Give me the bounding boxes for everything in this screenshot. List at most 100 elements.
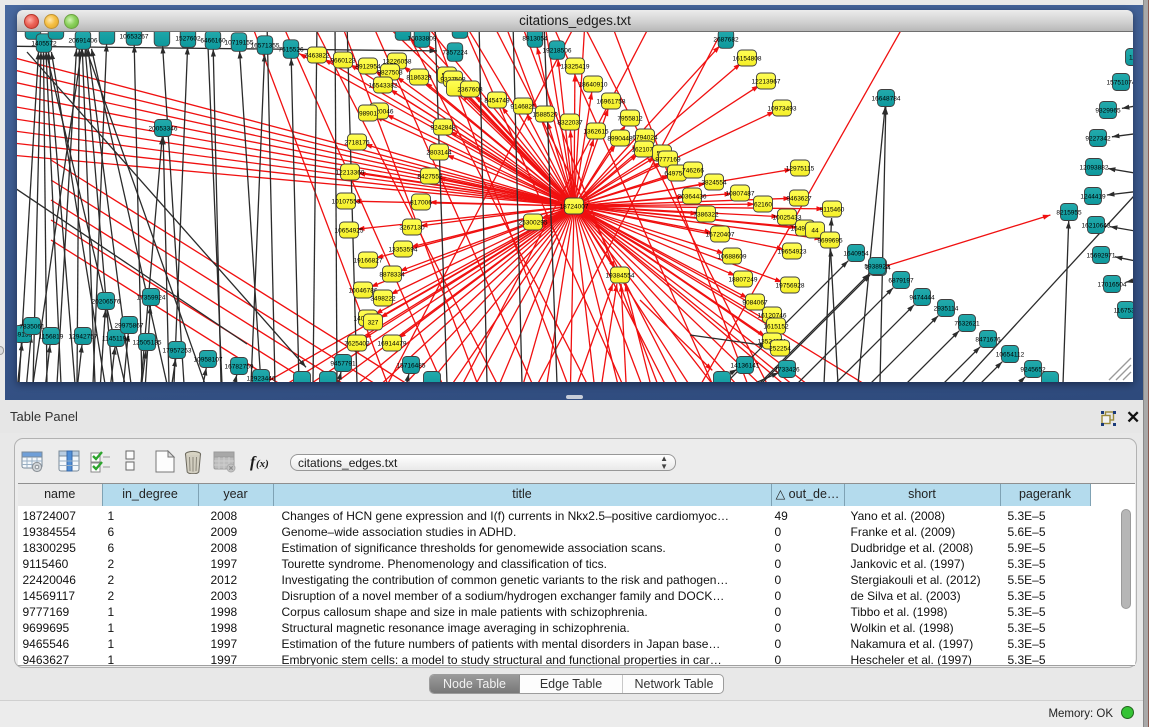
svg-text:20691406: 20691406 xyxy=(69,37,98,44)
svg-text:20206576: 20206576 xyxy=(92,298,121,305)
svg-text:2803144: 2803144 xyxy=(426,149,452,156)
svg-text:9084067: 9084067 xyxy=(742,299,768,306)
svg-text:2367608: 2367608 xyxy=(457,86,483,93)
svg-text:18807249: 18807249 xyxy=(729,276,758,283)
svg-text:8454749: 8454749 xyxy=(484,97,510,104)
svg-text:16154808: 16154808 xyxy=(733,55,762,62)
svg-text:17957253: 17957253 xyxy=(163,347,192,354)
svg-text:327: 327 xyxy=(368,319,379,326)
svg-text:13353594: 13353594 xyxy=(389,246,418,253)
svg-text:9115460: 9115460 xyxy=(820,206,845,213)
svg-text:8215955: 8215955 xyxy=(1056,209,1082,216)
svg-text:9242848: 9242848 xyxy=(430,124,456,131)
svg-text:19654923: 19654923 xyxy=(778,248,807,255)
svg-text:1167533: 1167533 xyxy=(1114,307,1133,314)
svg-text:10973493: 10973493 xyxy=(768,105,797,112)
svg-text:17359924: 17359924 xyxy=(137,294,166,301)
svg-text:11451194: 11451194 xyxy=(102,335,130,342)
svg-text:12923446: 12923446 xyxy=(247,375,276,382)
svg-text:15720407: 15720407 xyxy=(706,231,735,238)
svg-text:9463627: 9463627 xyxy=(786,195,812,202)
svg-text:15751074: 15751074 xyxy=(1107,79,1133,86)
svg-text:19218506: 19218506 xyxy=(543,47,572,54)
svg-text:2687682: 2687682 xyxy=(713,36,739,43)
svg-text:7625402: 7625402 xyxy=(344,340,370,347)
svg-text:98901: 98901 xyxy=(359,110,377,117)
svg-text:9777169: 9777169 xyxy=(655,156,681,163)
svg-text:252254: 252254 xyxy=(769,345,791,352)
svg-text:1527602: 1527602 xyxy=(175,35,201,42)
svg-text:13325419: 13325419 xyxy=(561,63,590,70)
svg-text:16782759: 16782759 xyxy=(225,363,254,370)
svg-text:1362615: 1362615 xyxy=(583,128,609,135)
svg-text:16961758: 16961758 xyxy=(597,98,626,105)
svg-text:14136141: 14136141 xyxy=(731,362,760,369)
svg-text:12213369: 12213369 xyxy=(336,169,365,176)
svg-text:1588520: 1588520 xyxy=(532,111,558,118)
svg-text:9474444: 9474444 xyxy=(909,294,935,301)
svg-text:20364436: 20364436 xyxy=(678,193,707,200)
svg-text:9227342: 9227342 xyxy=(1085,135,1111,142)
svg-text:6879197: 6879197 xyxy=(888,277,914,284)
svg-text:1156819: 1156819 xyxy=(39,333,64,340)
svg-text:1640954: 1640954 xyxy=(843,250,869,257)
svg-text:7955812: 7955812 xyxy=(617,115,643,122)
svg-text:3824554: 3824554 xyxy=(701,179,727,186)
svg-text:9329965: 9329965 xyxy=(1095,107,1121,114)
svg-text:62160: 62160 xyxy=(754,201,772,208)
svg-text:12213967: 12213967 xyxy=(752,78,781,85)
svg-text:16914479: 16914479 xyxy=(378,340,407,347)
svg-text:19166827: 19166827 xyxy=(354,257,383,264)
svg-text:2935114: 2935114 xyxy=(934,305,959,312)
svg-text:1405572: 1405572 xyxy=(31,40,57,47)
svg-text:12093882: 12093882 xyxy=(1080,164,1109,171)
svg-text:9699695: 9699695 xyxy=(817,237,843,244)
svg-text:8878334: 8878334 xyxy=(379,271,405,278)
svg-text:8322037: 8322037 xyxy=(557,119,583,126)
svg-text:18640910: 18640910 xyxy=(579,81,608,88)
svg-text:1615152: 1615152 xyxy=(763,323,789,330)
svg-text:8990448: 8990448 xyxy=(607,135,633,142)
svg-text:817006: 817006 xyxy=(410,199,432,206)
svg-text:6794024: 6794024 xyxy=(632,134,658,141)
svg-text:16210643: 16210643 xyxy=(1082,222,1111,229)
svg-text:8471676: 8471676 xyxy=(975,336,1001,343)
svg-text:7835061: 7835061 xyxy=(19,323,45,330)
svg-text:12505135: 12505135 xyxy=(133,339,162,346)
svg-text:16543382: 16543382 xyxy=(369,82,398,89)
svg-text:3498222: 3498222 xyxy=(370,295,396,302)
svg-text:8186328: 8186328 xyxy=(406,74,432,81)
svg-text:12942757: 12942757 xyxy=(69,333,98,340)
svg-text:9457791: 9457791 xyxy=(330,360,356,367)
svg-text:10958107: 10958107 xyxy=(194,356,223,363)
svg-text:10654112: 10654112 xyxy=(996,351,1025,358)
svg-text:746266: 746266 xyxy=(682,167,704,174)
svg-text:7632621: 7632621 xyxy=(954,320,980,327)
svg-text:9660123: 9660123 xyxy=(330,57,356,64)
svg-text:(x): (x) xyxy=(256,458,269,470)
svg-text:9245652: 9245652 xyxy=(1020,366,1046,373)
svg-text:8813054: 8813054 xyxy=(522,35,548,42)
svg-text:18724007: 18724007 xyxy=(560,203,589,210)
svg-text:9146821: 9146821 xyxy=(510,103,536,110)
svg-text:44: 44 xyxy=(811,227,819,234)
svg-text:1244419: 1244419 xyxy=(1080,193,1106,200)
svg-text:7463822: 7463822 xyxy=(304,52,330,59)
svg-text:16033809: 16033809 xyxy=(408,35,437,42)
svg-text:3267130: 3267130 xyxy=(399,224,425,231)
svg-text:6466160: 6466160 xyxy=(200,37,226,44)
svg-text:7357224: 7357224 xyxy=(442,49,468,56)
svg-text:16648784: 16648784 xyxy=(872,95,901,102)
svg-text:15692971: 15692971 xyxy=(1087,252,1116,259)
svg-text:7515526: 7515526 xyxy=(278,46,304,53)
svg-text:9827503: 9827503 xyxy=(377,69,403,76)
svg-text:111: 111 xyxy=(1129,54,1133,61)
svg-text:2718176: 2718176 xyxy=(344,139,370,146)
svg-text:8427552: 8427552 xyxy=(417,173,443,180)
svg-text:10654925: 10654925 xyxy=(335,227,364,234)
svg-text:19384554: 19384554 xyxy=(606,272,635,279)
svg-text:12975115: 12975115 xyxy=(786,165,815,172)
svg-text:29975867: 29975867 xyxy=(115,322,144,329)
svg-text:17016504: 17016504 xyxy=(1098,281,1127,288)
svg-text:10719155: 10719155 xyxy=(225,39,254,46)
